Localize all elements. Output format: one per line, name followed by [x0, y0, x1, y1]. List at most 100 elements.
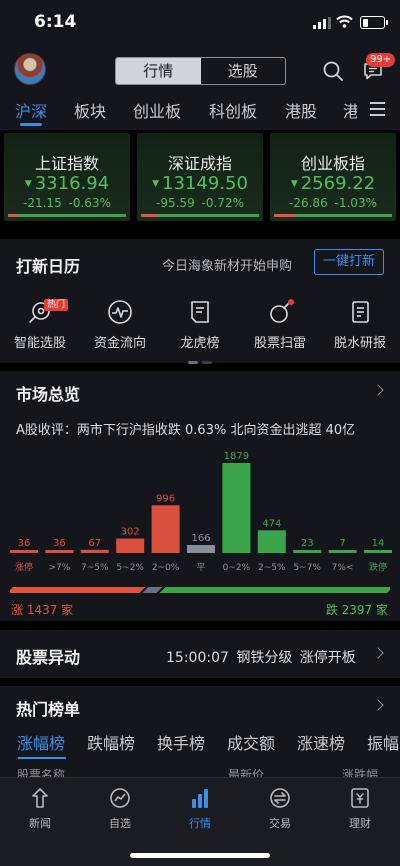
chart-bar: [187, 545, 215, 553]
hot-lists-panel: 热门榜单 涨幅榜 跌幅榜 换手榜 成交额 涨速榜 振幅 股票名称 最新价 涨跌幅: [0, 686, 400, 777]
hot-lists-title: 热门榜单: [16, 700, 81, 719]
one-click-ipo-button[interactable]: 一键打新: [314, 249, 384, 275]
tool-dragon-tiger-list[interactable]: 龙虎榜: [160, 299, 240, 351]
tab-top-losers[interactable]: 跌幅榜: [87, 730, 135, 754]
index-value: 13149.50: [162, 173, 248, 194]
index-name: 上证指数: [34, 154, 99, 173]
index-updown-bar: [274, 214, 392, 217]
tab-top-gainers[interactable]: 涨幅榜: [17, 730, 65, 754]
rise-fall-distribution-chart: 36 涨停 36 >7% 67 7~5% 302 5~2% 996 2~0% 166 平 1879 0~2…: [10, 451, 392, 573]
tool-stock-scan[interactable]: 股票扫雷: [240, 299, 320, 351]
index-updown-bar: [141, 214, 259, 217]
bar-value-label: 67: [88, 538, 101, 549]
avatar[interactable]: [14, 53, 46, 85]
column-header-change[interactable]: 涨跌幅: [342, 766, 378, 777]
flat-segment: [142, 587, 163, 593]
bar-category-label: >7%: [48, 563, 70, 573]
tool-label: 脱水研报: [333, 336, 386, 351]
column-header-price[interactable]: 最新价: [228, 766, 264, 777]
chevron-right-icon[interactable]: [372, 384, 384, 396]
chart-bar: [45, 550, 74, 553]
tab-label: 新闻: [29, 817, 51, 830]
market-summary[interactable]: A股收评：两市下行沪指收跌 0.63% 北向资金出逃超 40亿: [16, 419, 355, 438]
index-change-pct: -0.63%: [68, 196, 111, 210]
ipo-subtitle[interactable]: 今日海象新材开始申购: [162, 255, 292, 274]
rise-count: 涨 1437 家: [11, 603, 74, 617]
pager-dot: [202, 361, 212, 364]
down-arrow-icon: ▼: [290, 179, 298, 189]
bar-value-label: 166: [191, 533, 210, 544]
pager-dot-active: [188, 361, 198, 364]
rise-fall-ratio-bar: [10, 587, 390, 593]
chevron-right-icon[interactable]: [372, 647, 384, 659]
tab-shanghai-shenzhen[interactable]: 沪深: [15, 98, 47, 122]
tab-amplitude[interactable]: 振幅: [367, 730, 400, 754]
bar-value-label: 36: [18, 538, 31, 549]
tab-trade[interactable]: 交易: [250, 786, 310, 831]
pulse-icon: [108, 300, 132, 324]
bar-value-label: 23: [301, 538, 314, 549]
tab-turnover[interactable]: 换手榜: [157, 730, 205, 754]
tab-hk-stocks[interactable]: 港股: [285, 98, 317, 122]
stock-moves-panel[interactable]: 股票异动 15:00:07 钢铁分级 涨停开板: [0, 630, 400, 678]
bar-value-label: 474: [262, 518, 281, 529]
bar-category-label: 0~2%: [223, 563, 251, 573]
index-cards: 上证指数 ▼ 3316.94 -21.15 -0.63% 深证成指 ▼ 13149.…: [0, 130, 400, 227]
bar-category-label: 5~7%: [293, 563, 321, 573]
tab-market[interactable]: 行情: [170, 786, 230, 831]
quote-picker-switch[interactable]: 行情 选股: [115, 57, 286, 85]
tool-smart-picker[interactable]: 智能选股 热门: [0, 299, 80, 351]
tab-star-market[interactable]: 科创板: [209, 98, 257, 122]
menu-icon[interactable]: [370, 102, 385, 116]
tab-rise-speed[interactable]: 涨速榜: [297, 730, 345, 754]
index-change-pct: -0.72%: [201, 196, 244, 210]
tab-sectors[interactable]: 板块: [74, 98, 106, 122]
index-value: 2569.22: [300, 173, 376, 194]
index-card-shenzhen[interactable]: 深证成指 ▼ 13149.50 -95.59 -0.72%: [137, 133, 263, 221]
bar-category-label: 跌停: [369, 561, 387, 573]
bar-category-label: 2~5%: [258, 563, 286, 573]
index-card-chinext[interactable]: 创业板指 ▼ 2569.22 -26.86 -1.03%: [270, 133, 396, 221]
search-icon[interactable]: [322, 60, 344, 82]
bar-value-label: 1879: [224, 451, 249, 462]
top-header: 行情 选股 99+: [0, 48, 400, 92]
tool-fund-flow[interactable]: 资金流向: [80, 299, 160, 351]
signal-icon: [313, 17, 331, 29]
index-card-shanghai[interactable]: 上证指数 ▼ 3316.94 -21.15 -0.63%: [4, 133, 130, 221]
tab-news[interactable]: 新闻: [10, 786, 70, 831]
column-header-name: 股票名称: [17, 768, 66, 777]
index-change-pct: -1.03%: [334, 196, 377, 210]
bar-category-label: 7%<: [332, 563, 354, 573]
bar-value-label: 302: [121, 527, 140, 538]
ipo-calendar-panel: 打新日历 今日海象新材开始申购 一键打新 智能选股 热门 资金流向 龙虎榜 股票…: [0, 239, 400, 364]
index-change: -26.86: [289, 196, 328, 210]
tab-label: 自选: [109, 817, 131, 830]
bar-category-label: 平: [196, 562, 205, 573]
notification-dot: [288, 299, 294, 305]
tab-hk-more[interactable]: 港: [343, 98, 357, 122]
active-rank-indicator: [18, 757, 66, 759]
chart-bar: [328, 550, 357, 553]
tab-chinext[interactable]: 创业板: [133, 98, 181, 122]
report-icon: [352, 301, 369, 323]
tab-label: 行情: [189, 817, 211, 830]
index-value: 3316.94: [34, 173, 110, 194]
stock-moves-title: 股票异动: [16, 648, 81, 667]
chart-bar: [293, 550, 322, 553]
tab-label: 理财: [349, 817, 371, 830]
list-doc-icon: [191, 301, 209, 323]
tab-volume[interactable]: 成交额: [227, 730, 275, 754]
chart-bar: [364, 550, 392, 553]
bar-category-label: 7~5%: [81, 563, 109, 573]
bar-category-label: 2~0%: [152, 563, 180, 573]
trade-icon: [270, 788, 290, 808]
tab-watchlist[interactable]: 自选: [90, 786, 150, 831]
market-icon: [192, 789, 208, 808]
tab-quotes[interactable]: 行情: [116, 58, 201, 84]
chevron-right-icon[interactable]: [372, 699, 384, 711]
tool-research-reports[interactable]: 脱水研报: [320, 299, 400, 351]
home-indicator: [130, 853, 270, 858]
rise-segment: [10, 587, 146, 593]
tab-wealth[interactable]: 理财: [330, 786, 390, 831]
tab-stock-picker[interactable]: 选股: [201, 58, 286, 84]
